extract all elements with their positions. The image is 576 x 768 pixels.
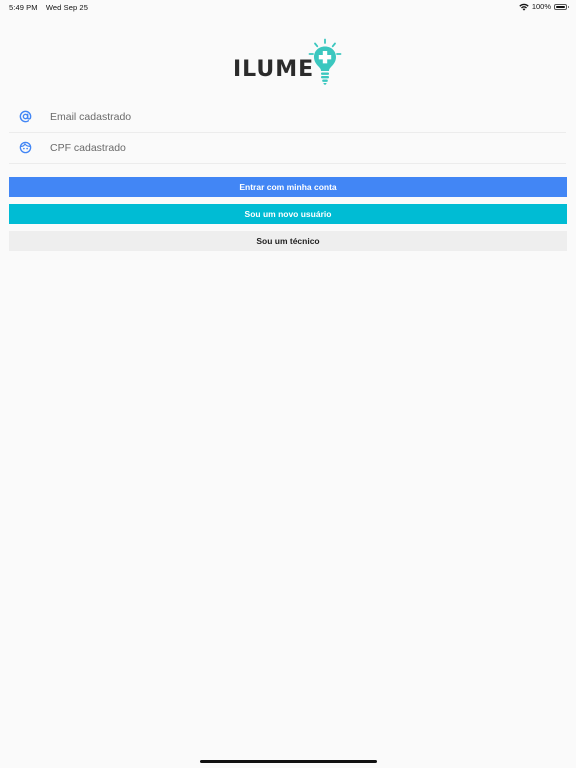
logo-text: ILUME (233, 57, 315, 82)
face-icon (9, 141, 41, 154)
status-right: 100% (519, 2, 569, 11)
battery-percent: 100% (531, 2, 551, 11)
new-user-button[interactable]: Sou um novo usuário (9, 204, 567, 224)
home-indicator[interactable] (200, 760, 377, 763)
technician-button[interactable]: Sou um técnico (9, 231, 567, 251)
status-date: Wed Sep 25 (45, 3, 88, 12)
cpf-input[interactable] (50, 141, 530, 154)
app-logo: ILUME (230, 38, 350, 88)
wifi-icon (519, 3, 529, 11)
battery-icon (554, 3, 569, 10)
status-bar: 5:49 PM Wed Sep 25 100% (0, 0, 576, 14)
email-input[interactable] (50, 110, 530, 123)
status-time: 5:49 PM (9, 3, 38, 12)
at-sign-icon (9, 110, 41, 123)
login-button[interactable]: Entrar com minha conta (9, 177, 567, 197)
lightbulb-plus-icon (306, 38, 346, 91)
email-field-row (9, 101, 566, 133)
status-left: 5:49 PM Wed Sep 25 (9, 3, 88, 12)
cpf-field-row (9, 132, 566, 164)
